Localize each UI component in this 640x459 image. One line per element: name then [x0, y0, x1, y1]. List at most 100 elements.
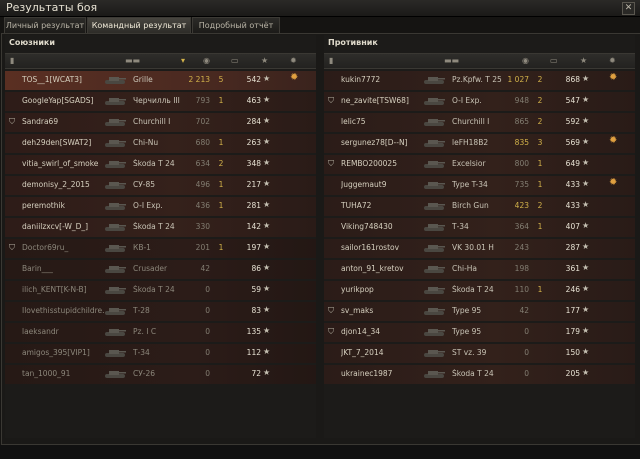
player-row[interactable]: daniilzxcv[-W_D_] Škoda T 24 330 142 ★	[5, 218, 316, 237]
player-row[interactable]: amigos_395[VIP1] Т-34 0 112 ★	[5, 344, 316, 363]
player-row[interactable]: ⛉ Doctor69ru_ КВ-1 201 1 197 ★	[5, 239, 316, 258]
star-icon: ★	[263, 284, 271, 293]
damage-value: 0	[205, 348, 210, 357]
player-row[interactable]: ⛉ sv_maks Type 95 42 177 ★	[324, 302, 635, 321]
player-row[interactable]: sergunez78[D--N] leFH18B2 835 3 569 ★ ✹	[324, 134, 635, 153]
medal-column-icon[interactable]: ✹	[609, 56, 616, 66]
tank-name: КВ-1	[133, 243, 151, 252]
star-icon: ★	[582, 137, 590, 146]
xp-value: 179	[565, 327, 580, 336]
tab-personal-result[interactable]: Личный результат	[4, 17, 86, 33]
kills-value: 5	[218, 75, 224, 84]
player-row[interactable]: Barin___ Crusader 42 86 ★	[5, 260, 316, 279]
player-row[interactable]: tan_1000_91 СУ-26 0 72 ★	[5, 365, 316, 384]
tank-icon	[424, 371, 445, 378]
player-row[interactable]: yurikpop Škoda T 24 110 1 246 ★	[324, 281, 635, 300]
tank-name: leFH18B2	[452, 138, 489, 147]
bottom-bar	[0, 445, 640, 459]
platoon-column-icon[interactable]: ▮	[10, 56, 14, 66]
player-row[interactable]: TUHA72 Birch Gun 423 2 433 ★	[324, 197, 635, 216]
tank-icon	[105, 98, 126, 105]
player-row[interactable]: laeksandr Pz. I C 0 135 ★	[5, 323, 316, 342]
xp-value: 86	[251, 264, 261, 273]
player-row[interactable]: TOS__1[WCAT3] Grille 2 213 5 542 ★ ✹	[5, 71, 316, 90]
player-name: tan_1000_91	[22, 369, 71, 378]
player-row[interactable]: sailor161rostov VK 30.01 H 243 287 ★	[324, 239, 635, 258]
xp-column-icon[interactable]: ★	[261, 56, 268, 66]
player-row[interactable]: ⛉ djon14_34 Type 95 0 179 ★	[324, 323, 635, 342]
player-row[interactable]: Viking748430 Т-34 364 1 407 ★	[324, 218, 635, 237]
tank-name: Т-28	[133, 306, 150, 315]
damage-value: 423	[514, 201, 529, 210]
player-name: JKT_7_2014	[341, 348, 384, 357]
medal-icon[interactable]: ✹	[609, 136, 621, 146]
tank-name: Škoda T 24	[452, 285, 494, 294]
tank-icon	[105, 140, 126, 147]
tank-icon	[424, 245, 445, 252]
tank-icon	[105, 203, 126, 210]
medal-icon[interactable]: ✹	[290, 73, 302, 83]
player-name: deh29den[SWAT2]	[22, 138, 92, 147]
xp-value: 433	[565, 201, 580, 210]
player-row[interactable]: ⛉ REMBO200025 Excelsior 800 1 649 ★	[324, 155, 635, 174]
player-row[interactable]: ilich_KENT[K-N-B] Škoda T 24 0 59 ★	[5, 281, 316, 300]
player-row[interactable]: ⛉ Sandra69 Churchill I 702 284 ★	[5, 113, 316, 132]
allies-title: Союзники	[9, 38, 55, 47]
xp-value: 205	[565, 369, 580, 378]
player-row[interactable]: lelic75 Churchill I 865 2 592 ★	[324, 113, 635, 132]
tank-name: Birch Gun	[452, 201, 489, 210]
damage-value: 702	[195, 117, 210, 126]
star-icon: ★	[263, 326, 271, 335]
close-icon[interactable]: ✕	[622, 2, 635, 15]
tank-name: Škoda T 24	[452, 369, 494, 378]
player-row[interactable]: JKT_7_2014 ST vz. 39 0 150 ★	[324, 344, 635, 363]
medal-column-icon[interactable]: ✹	[290, 56, 297, 66]
kills-column-icon[interactable]: ▭	[550, 56, 558, 66]
star-icon: ★	[582, 221, 590, 230]
xp-column-icon[interactable]: ★	[580, 56, 587, 66]
player-row[interactable]: deh29den[SWAT2] Chi-Nu 680 1 263 ★	[5, 134, 316, 153]
tank-name: O-I Exp.	[133, 201, 163, 210]
tab-detailed-report[interactable]: Подробный отчёт	[192, 17, 280, 33]
sort-arrow-icon[interactable]: ▾	[181, 56, 185, 66]
player-row[interactable]: kukin7772 Pz.Kpfw. T 25 1 027 2 868 ★ ✹	[324, 71, 635, 90]
player-row[interactable]: peremothik O-I Exp. 436 1 281 ★	[5, 197, 316, 216]
kills-column-icon[interactable]: ▭	[231, 56, 239, 66]
player-row[interactable]: anton_91_kretov Chi-Ha 198 361 ★	[324, 260, 635, 279]
player-name: vitia_swirl_of_smoke	[22, 159, 99, 168]
player-row[interactable]: vitia_swirl_of_smoke Škoda T 24 634 2 348 ★	[5, 155, 316, 174]
xp-value: 263	[246, 138, 261, 147]
xp-value: 868	[565, 75, 580, 84]
kills-value: 2	[537, 96, 543, 105]
player-row[interactable]: Ilovethisstupidchildre... Т-28 0 83 ★	[5, 302, 316, 321]
player-name: demonisy_2_2015	[22, 180, 90, 189]
player-row[interactable]: GoogleYap[SGADS] Черчилль III 793 1 463 ★	[5, 92, 316, 111]
player-row[interactable]: demonisy_2_2015 СУ-85 496 1 217 ★	[5, 176, 316, 195]
star-icon: ★	[582, 116, 590, 125]
player-name: Ilovethisstupidchildre...	[22, 306, 110, 315]
kills-value: 3	[537, 138, 543, 147]
kills-value: 2	[218, 159, 224, 168]
damage-column-icon[interactable]: ◉	[203, 56, 210, 66]
xp-value: 72	[251, 369, 261, 378]
player-name: Juggemaut9	[341, 180, 387, 189]
platoon-column-icon[interactable]: ▮	[329, 56, 333, 66]
damage-value: 0	[524, 369, 529, 378]
star-icon: ★	[263, 368, 271, 377]
player-row[interactable]: ⛉ ne_zavite[TSW68] O-I Exp. 948 2 547 ★	[324, 92, 635, 111]
medal-icon[interactable]: ✹	[609, 73, 621, 83]
player-name: Doctor69ru_	[22, 243, 69, 252]
enemies-column-header: ▮ ▬▬ ◉ ▭ ★ ✹	[324, 53, 635, 69]
star-icon: ★	[582, 242, 590, 251]
medal-icon[interactable]: ✹	[609, 178, 621, 188]
damage-column-icon[interactable]: ◉	[522, 56, 529, 66]
player-row[interactable]: ukrainec1987 Škoda T 24 0 205 ★	[324, 365, 635, 384]
tank-name: Škoda T 24	[133, 159, 175, 168]
tank-icon	[424, 77, 445, 84]
star-icon: ★	[582, 179, 590, 188]
tank-icon	[105, 266, 126, 273]
tank-column-icon[interactable]: ▬▬	[444, 56, 459, 66]
player-row[interactable]: Juggemaut9 Type T-34 735 1 433 ★ ✹	[324, 176, 635, 195]
tank-column-icon[interactable]: ▬▬	[125, 56, 140, 66]
tab-team-result[interactable]: Командный результат	[87, 17, 191, 33]
